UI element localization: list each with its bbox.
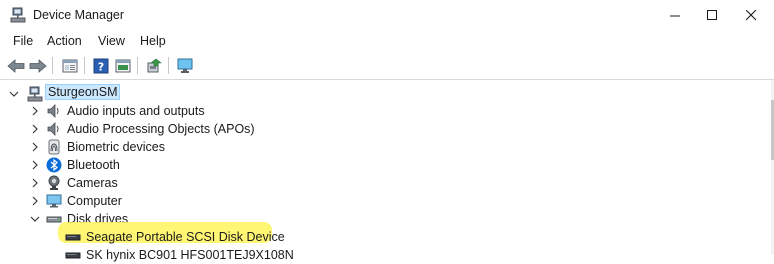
device-label[interactable]: Seagate Portable SCSI Disk Device [86,230,285,244]
category-label[interactable]: Cameras [67,176,118,190]
tree-category-row[interactable]: Cameras [0,174,400,192]
forward-arrow-icon [29,59,47,73]
back-arrow-icon [7,59,25,73]
console-tree-icon [62,59,78,73]
chevron-right-icon[interactable] [30,178,40,188]
update-driver-button[interactable] [144,56,164,76]
toolbar-separator [52,57,53,74]
forward-button[interactable] [28,56,48,76]
speaker-icon [46,121,62,137]
close-button[interactable] [728,0,774,30]
scan-monitor-icon [177,58,193,73]
properties-icon [115,59,131,73]
chevron-down-icon[interactable] [9,89,19,99]
disk-drive-icon [65,247,81,263]
category-label[interactable]: Bluetooth [67,158,120,172]
tree-root-row[interactable]: SturgeonSM [0,84,300,103]
svg-text:?: ? [98,61,104,74]
menu-view[interactable]: View [98,34,125,48]
toolbar: ? [0,52,774,80]
fingerprint-icon [46,139,62,155]
back-button[interactable] [6,56,26,76]
computer-root-icon [27,86,43,102]
menu-bar: File Action View Help [0,30,774,52]
tree-device-row[interactable]: SK hynix BC901 HFS001TEJ9X108N [0,246,400,264]
help-button[interactable]: ? [91,56,111,76]
category-label[interactable]: Biometric devices [67,140,165,154]
menu-help[interactable]: Help [140,34,166,48]
category-label[interactable]: Audio Processing Objects (APOs) [67,122,255,136]
toolbar-separator [84,57,85,74]
tree-category-row[interactable]: Computer [0,192,400,210]
scan-hardware-button[interactable] [175,56,195,76]
category-label[interactable]: Audio inputs and outputs [67,104,205,118]
camera-icon [46,175,62,191]
window-title: Device Manager [33,8,125,22]
show-hide-console-tree-button[interactable] [60,56,80,76]
tree-category-row[interactable]: Bluetooth [0,156,400,174]
tree-category-row[interactable]: Audio inputs and outputs [0,102,400,120]
bluetooth-icon [46,157,62,173]
toolbar-separator [137,57,138,74]
tree-root-label[interactable]: SturgeonSM [45,84,121,100]
device-manager-icon [10,7,26,23]
disk-drive-icon [65,229,81,245]
chevron-down-icon[interactable] [30,214,40,224]
category-label[interactable]: Computer [67,194,122,208]
tree-device-row[interactable]: Seagate Portable SCSI Disk Device [0,228,400,246]
menu-file[interactable]: File [13,34,33,48]
chevron-right-icon[interactable] [30,160,40,170]
tree-category-row[interactable]: Biometric devices [0,138,400,156]
update-driver-icon [147,58,162,73]
device-label[interactable]: SK hynix BC901 HFS001TEJ9X108N [86,248,294,262]
speaker-icon [46,103,62,119]
tree-category-row[interactable]: Audio Processing Objects (APOs) [0,120,400,138]
chevron-right-icon[interactable] [30,142,40,152]
title-bar: Device Manager [0,0,774,30]
chevron-right-icon[interactable] [30,124,40,134]
menu-action[interactable]: Action [47,34,82,48]
chevron-right-icon[interactable] [30,106,40,116]
toolbar-separator [168,57,169,74]
monitor-icon [46,193,62,209]
chevron-right-icon[interactable] [30,196,40,206]
properties-button[interactable] [113,56,133,76]
help-icon: ? [93,58,109,74]
